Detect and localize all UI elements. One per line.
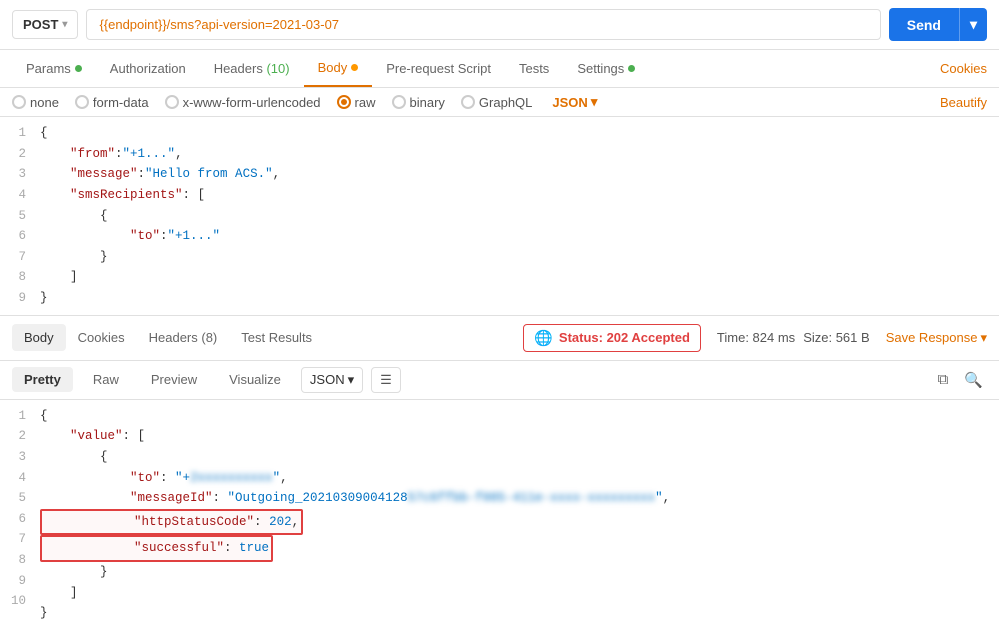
radio-formdata bbox=[75, 95, 89, 109]
copy-icon: ⧉ bbox=[938, 371, 949, 388]
tab-params-label: Params bbox=[26, 61, 71, 76]
send-button[interactable]: Send ▾ bbox=[889, 8, 987, 41]
resp-tab-headers-label: Headers (8) bbox=[149, 330, 218, 345]
response-tabs: Body Cookies Headers (8) Test Results bbox=[12, 324, 324, 351]
filter-icon-button[interactable]: ☰ bbox=[371, 367, 401, 393]
format-tab-pretty[interactable]: Pretty bbox=[12, 367, 73, 392]
settings-dot bbox=[628, 65, 635, 72]
format-tab-preview[interactable]: Preview bbox=[139, 367, 209, 392]
cookies-link[interactable]: Cookies bbox=[940, 51, 987, 86]
label-binary: binary bbox=[410, 95, 445, 110]
radio-urlencoded bbox=[165, 95, 179, 109]
format-tab-raw-label: Raw bbox=[93, 372, 119, 387]
json-format-dropdown[interactable]: JSON ▾ bbox=[552, 94, 597, 110]
response-header: Body Cookies Headers (8) Test Results 🌐 … bbox=[0, 316, 999, 361]
filter-icon: ☰ bbox=[380, 372, 392, 387]
radio-binary bbox=[392, 95, 406, 109]
request-code-content[interactable]: { "from":"+1...", "message":"Hello from … bbox=[36, 123, 999, 309]
format-tab-visualize[interactable]: Visualize bbox=[217, 367, 293, 392]
body-type-urlencoded[interactable]: x-www-form-urlencoded bbox=[165, 95, 321, 110]
response-format-row: Pretty Raw Preview Visualize JSON ▾ ☰ ⧉ … bbox=[0, 361, 999, 400]
send-dropdown-icon[interactable]: ▾ bbox=[959, 8, 987, 41]
tab-settings[interactable]: Settings bbox=[563, 51, 649, 86]
resp-tab-cookies[interactable]: Cookies bbox=[66, 324, 137, 351]
resp-tab-testresults-label: Test Results bbox=[241, 330, 312, 345]
request-line-numbers: 123456789 bbox=[0, 123, 36, 309]
response-size: Size: 561 B bbox=[803, 330, 870, 345]
status-badge: 🌐 Status: 202 Accepted bbox=[523, 324, 701, 352]
resp-tab-headers[interactable]: Headers (8) bbox=[137, 324, 230, 351]
tab-authorization[interactable]: Authorization bbox=[96, 51, 200, 86]
radio-graphql bbox=[461, 95, 475, 109]
response-json-chevron-icon: ▾ bbox=[348, 372, 355, 388]
copy-icon-button[interactable]: ⧉ bbox=[934, 367, 953, 392]
body-type-raw[interactable]: raw bbox=[337, 95, 376, 110]
body-type-none[interactable]: none bbox=[12, 95, 59, 110]
tab-authorization-label: Authorization bbox=[110, 61, 186, 76]
search-icon-button[interactable]: 🔍 bbox=[960, 367, 987, 393]
status-text: Status: 202 Accepted bbox=[559, 330, 690, 345]
method-selector[interactable]: POST ▾ bbox=[12, 10, 78, 39]
url-input[interactable] bbox=[86, 9, 880, 40]
globe-icon: 🌐 bbox=[534, 329, 553, 347]
json-format-label: JSON bbox=[552, 95, 587, 110]
label-raw: raw bbox=[355, 95, 376, 110]
label-graphql: GraphQL bbox=[479, 95, 532, 110]
tab-headers[interactable]: Headers (10) bbox=[200, 51, 304, 86]
response-meta: Time: 824 ms Size: 561 B bbox=[717, 330, 870, 345]
response-code-editor: 12345678910 { "value": [ { "to": "+2xxxx… bbox=[0, 400, 999, 630]
method-label: POST bbox=[23, 17, 58, 32]
label-urlencoded: x-www-form-urlencoded bbox=[183, 95, 321, 110]
response-json-label: JSON bbox=[310, 372, 345, 387]
toolbar: POST ▾ Send ▾ bbox=[0, 0, 999, 50]
body-type-row: none form-data x-www-form-urlencoded raw… bbox=[0, 88, 999, 117]
format-tab-visualize-label: Visualize bbox=[229, 372, 281, 387]
response-line-numbers: 12345678910 bbox=[0, 406, 36, 624]
tab-settings-label: Settings bbox=[577, 61, 624, 76]
format-tab-raw[interactable]: Raw bbox=[81, 367, 131, 392]
method-chevron-icon: ▾ bbox=[62, 19, 67, 30]
resp-tab-testresults[interactable]: Test Results bbox=[229, 324, 324, 351]
radio-none bbox=[12, 95, 26, 109]
response-time: Time: 824 ms bbox=[717, 330, 795, 345]
tab-body-label: Body bbox=[318, 60, 348, 75]
tab-prerequest-label: Pre-request Script bbox=[386, 61, 491, 76]
radio-raw bbox=[337, 95, 351, 109]
body-dot bbox=[351, 64, 358, 71]
send-label: Send bbox=[889, 9, 959, 41]
label-none: none bbox=[30, 95, 59, 110]
save-response-button[interactable]: Save Response ▾ bbox=[886, 330, 987, 346]
tab-params[interactable]: Params bbox=[12, 51, 96, 86]
search-icon: 🔍 bbox=[964, 372, 983, 389]
save-response-label: Save Response bbox=[886, 330, 978, 345]
tab-headers-label: Headers (10) bbox=[214, 61, 290, 76]
body-type-formdata[interactable]: form-data bbox=[75, 95, 149, 110]
resp-tab-cookies-label: Cookies bbox=[78, 330, 125, 345]
resp-tab-body[interactable]: Body bbox=[12, 324, 66, 351]
tab-prerequest[interactable]: Pre-request Script bbox=[372, 51, 505, 86]
json-chevron-icon: ▾ bbox=[591, 94, 598, 110]
tab-tests-label: Tests bbox=[519, 61, 549, 76]
resp-tab-body-label: Body bbox=[24, 330, 54, 345]
response-json-dropdown[interactable]: JSON ▾ bbox=[301, 367, 363, 393]
response-code-content[interactable]: { "value": [ { "to": "+2xxxxxxxxxx", "me… bbox=[36, 406, 999, 624]
body-type-graphql[interactable]: GraphQL bbox=[461, 95, 532, 110]
request-tabs: Params Authorization Headers (10) Body P… bbox=[0, 50, 999, 88]
format-tab-pretty-label: Pretty bbox=[24, 372, 61, 387]
label-formdata: form-data bbox=[93, 95, 149, 110]
tab-tests[interactable]: Tests bbox=[505, 51, 563, 86]
body-type-binary[interactable]: binary bbox=[392, 95, 445, 110]
format-tab-preview-label: Preview bbox=[151, 372, 197, 387]
save-response-chevron-icon: ▾ bbox=[980, 330, 987, 346]
params-dot bbox=[75, 65, 82, 72]
request-code-editor: 123456789 { "from":"+1...", "message":"H… bbox=[0, 117, 999, 316]
tab-body[interactable]: Body bbox=[304, 50, 373, 87]
beautify-button[interactable]: Beautify bbox=[940, 95, 987, 110]
